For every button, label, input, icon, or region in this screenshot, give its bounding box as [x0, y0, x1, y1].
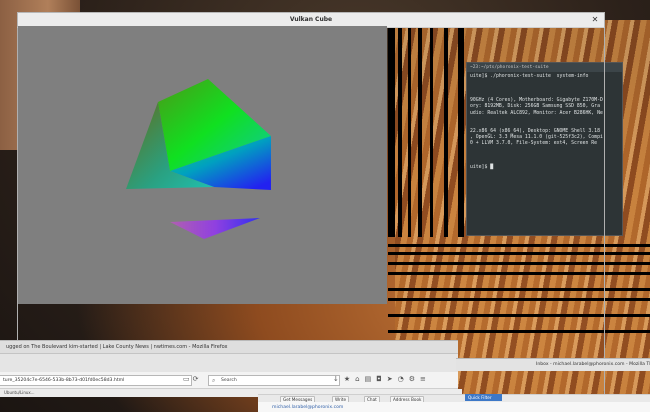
firefox-toolbar-buttons: ↓ ★ ⌂ ▤ ◘ ➤ ◔ ⚙ ≡: [333, 375, 426, 384]
search-input[interactable]: ⌕ Search: [208, 375, 340, 386]
library-icon[interactable]: ▤: [365, 375, 372, 384]
reload-icon[interactable]: ⟳: [193, 375, 199, 384]
vulkan-render-canvas[interactable]: [18, 26, 387, 304]
url-bar-actions: ▭ ⟳: [183, 375, 207, 384]
account-item[interactable]: michael.larabel@phoronix.com: [272, 404, 343, 411]
render-artifact: [398, 25, 402, 237]
render-artifact: [430, 25, 433, 237]
render-artifact: [388, 25, 395, 237]
render-artifact: [388, 288, 650, 291]
download-icon[interactable]: ↓: [333, 375, 339, 384]
terminal-line: uite]$ █: [470, 165, 494, 171]
render-artifact: [388, 314, 650, 317]
cube-reflection: [170, 218, 260, 239]
background-window-ghost: [86, 305, 196, 337]
render-artifact: [388, 252, 650, 255]
render-artifact: [418, 25, 422, 237]
firefox-tab-strip: [0, 352, 458, 372]
home-icon[interactable]: ⌂: [355, 375, 359, 384]
cube-render: [126, 79, 271, 239]
terminal-output[interactable]: uite]$ ./phoronix-test-suite system-info…: [467, 72, 622, 174]
terminal-line: ory: 8192MB, Disk: 256GB Samsung SSD 850…: [470, 104, 600, 110]
terminal-line: udio: Realtek ALC892, Monitor: Acer B286…: [470, 110, 603, 116]
firefox-window-title: ugged on The Boulevard kim-started | Lak…: [6, 344, 228, 350]
render-artifact: [388, 298, 650, 301]
send-icon[interactable]: ➤: [387, 375, 393, 384]
terminal-line: 0 + LLVM 3.7.0, File-System: ext4, Scree…: [470, 141, 598, 147]
firefox-toolbar: ture_35204c7e-6546-533b-8b73-d01fd0ec58d…: [0, 372, 458, 389]
extension-icon[interactable]: ⚙: [409, 375, 415, 384]
render-artifact: [388, 262, 650, 265]
thunderbird-titlebar[interactable]: Inbox - michael.larabel@phoronix.com - M…: [456, 358, 650, 371]
chat-icon[interactable]: ◔: [398, 375, 404, 384]
firefox-titlebar[interactable]: ugged on The Boulevard kim-started | Lak…: [0, 340, 458, 354]
close-icon[interactable]: ✕: [590, 15, 600, 25]
render-artifact: [388, 272, 650, 275]
url-bar[interactable]: ture_35204c7e-6546-533b-8b73-d01fd0ec58d…: [0, 375, 192, 386]
quick-filter-button[interactable]: Quick Filter: [465, 394, 502, 401]
terminal-window[interactable]: ~23:~/pts/phoronix-test-suite uite]$ ./p…: [466, 62, 623, 236]
menu-icon[interactable]: ≡: [420, 375, 426, 384]
bookmark-star-icon[interactable]: ★: [344, 375, 350, 384]
search-icon: ⌕: [212, 377, 216, 384]
render-artifact: [408, 25, 411, 237]
reader-mode-icon[interactable]: ▭: [183, 375, 190, 384]
window-title: Vulkan Cube: [289, 16, 333, 23]
render-artifact: [388, 244, 650, 247]
render-artifact: [458, 25, 464, 237]
terminal-title: ~23:~/pts/phoronix-test-suite: [467, 63, 622, 72]
thunderbird-window-title: Inbox - michael.larabel@phoronix.com - M…: [536, 362, 650, 367]
render-artifact: [388, 330, 650, 333]
folder-pane: michael.larabel@phoronix.com: [258, 402, 650, 412]
search-placeholder: Search: [221, 378, 237, 383]
render-artifact: [444, 25, 448, 237]
pocket-icon[interactable]: ◘: [376, 375, 382, 384]
